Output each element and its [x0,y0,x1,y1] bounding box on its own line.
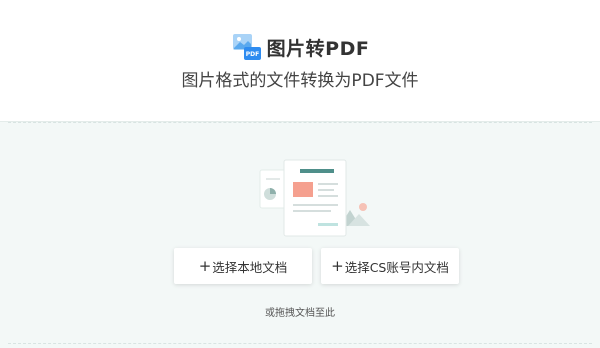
plus-icon: + [331,256,344,275]
select-cs-account-file-button[interactable]: + 选择CS账号内文档 [321,248,459,284]
select-cs-account-file-label: 选择CS账号内文档 [344,259,449,275]
select-local-file-button[interactable]: + 选择本地文档 [174,248,312,284]
select-local-file-label: 选择本地文档 [212,259,288,275]
plus-icon: + [198,256,212,275]
page-header: PDF 图片转PDF 图片格式的文件转换为PDF文件 [0,0,600,122]
title-row: PDF 图片转PDF [0,30,600,64]
drag-drop-hint: 或拖拽文档至此 [265,308,335,319]
pdf-badge-text: PDF [245,51,258,58]
document-upload-illustration [259,159,370,237]
image-to-pdf-icon: PDF [231,31,263,63]
page-subtitle: 图片格式的文件转换为PDF文件 [181,71,419,91]
page-title: 图片转PDF [266,37,370,60]
